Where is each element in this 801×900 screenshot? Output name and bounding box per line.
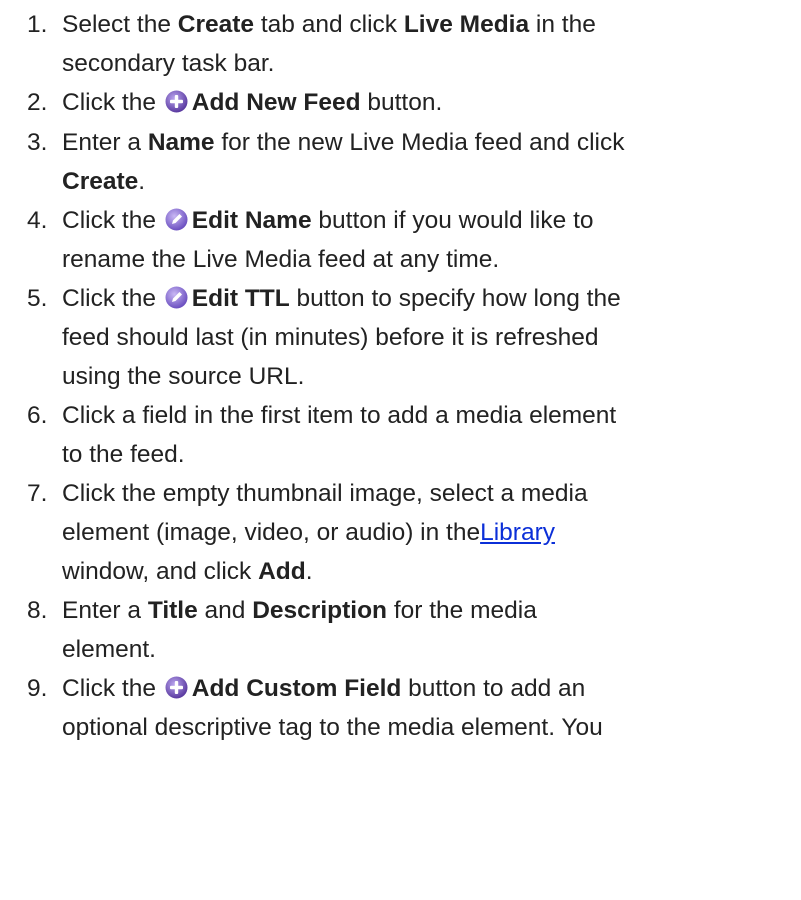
step-line: Click the empty thumbnail image, select … (62, 480, 588, 507)
add-circle-icon (165, 676, 188, 699)
step-line: Click the Add New Feed button. (62, 89, 443, 116)
step-number: 5. (27, 285, 48, 312)
step-line: secondary task bar. (62, 50, 275, 77)
step-number: 8. (27, 597, 48, 624)
step-line: element. (62, 636, 156, 663)
step-line: Click the Edit TTL button to specify how… (62, 285, 621, 312)
step-line: rename the Live Media feed at any time. (62, 246, 500, 273)
step-line: feed should last (in minutes) before it … (62, 324, 599, 351)
step-line: element (image, video, or audio) in theL… (62, 519, 555, 546)
add-new-feed-label: Add New Feed (191, 89, 361, 116)
add-custom-field-label: Add Custom Field (191, 675, 402, 702)
edit-ttl-label: Edit TTL (191, 285, 290, 312)
step-number: 6. (27, 402, 48, 429)
step-number: 9. (27, 675, 48, 702)
step-line: Enter a Name for the new Live Media feed… (62, 129, 625, 156)
step-line: Click a field in the first item to add a… (62, 402, 617, 429)
step-line: Click the Edit Name button if you would … (62, 207, 594, 234)
library-link[interactable]: Library (480, 519, 555, 546)
add-circle-icon (165, 90, 188, 113)
step-line: using the source URL. (62, 363, 305, 390)
step-number: 2. (27, 89, 48, 116)
name-label: Name (147, 129, 215, 156)
edit-name-label: Edit Name (191, 207, 312, 234)
step-line: Click the Add Custom Field button to add… (62, 675, 586, 702)
edit-pencil-icon (165, 286, 188, 309)
step-line: optional descriptive tag to the media el… (62, 714, 603, 741)
step-line: to the feed. (62, 441, 185, 468)
step-line: Select the Create tab and click Live Med… (62, 11, 596, 38)
step-number: 3. (27, 129, 48, 156)
create-tab-label: Create (177, 11, 255, 38)
create-label: Create (62, 168, 139, 195)
step-number: 7. (27, 480, 48, 507)
title-label: Title (147, 597, 198, 624)
step-line: window, and click Add. (62, 558, 313, 585)
live-media-label: Live Media (403, 11, 530, 38)
edit-pencil-icon (165, 208, 188, 231)
step-line: Enter a Title and Description for the me… (62, 597, 537, 624)
step-number: 4. (27, 207, 48, 234)
step-line: Create. (62, 168, 146, 195)
add-label: Add (258, 558, 306, 585)
step-number: 1. (27, 11, 48, 38)
description-label: Description (252, 597, 388, 624)
